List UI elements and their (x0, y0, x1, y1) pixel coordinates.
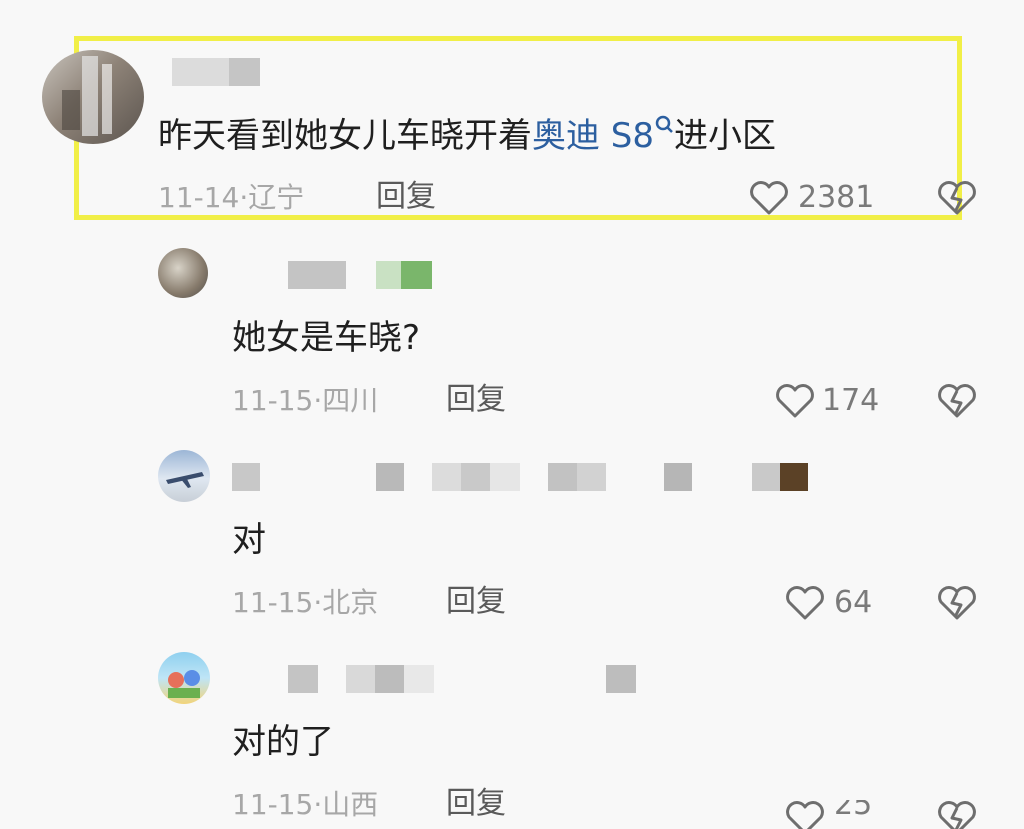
dislike-heart-icon[interactable] (936, 383, 978, 419)
comment-text: 对 (232, 520, 266, 560)
heart-icon (786, 801, 824, 829)
dislike-button-wrap[interactable] (936, 800, 978, 829)
like-button[interactable]: 25 (784, 800, 884, 829)
avatar[interactable] (42, 50, 144, 144)
username-redacted (232, 463, 260, 491)
dislike-heart-icon (938, 801, 976, 829)
avatar[interactable] (158, 652, 210, 704)
cartoon-image (168, 670, 200, 698)
username-redacted (288, 665, 318, 693)
airplane-image (166, 472, 204, 488)
avatar-waterfall-image (62, 56, 112, 136)
comment-location: 山西 (322, 788, 379, 821)
comment-location: 四川 (322, 384, 379, 417)
heart-icon (750, 181, 788, 215)
like-count: 25 (834, 800, 873, 822)
username-redacted-3 (432, 463, 520, 491)
comment-date: 11-15· (232, 384, 323, 417)
like-count: 174 (822, 383, 880, 418)
username-redacted-3 (606, 665, 636, 693)
username-redacted-5 (664, 463, 692, 491)
username-redacted (172, 58, 260, 86)
username-redacted-2 (346, 665, 434, 693)
avatar[interactable] (158, 450, 210, 502)
comment-location: 北京 (322, 586, 379, 619)
username-redacted-6 (752, 463, 808, 491)
dislike-heart-icon[interactable] (936, 585, 978, 621)
reply-button[interactable]: 回复 (446, 585, 506, 619)
comment-date: 11-14· (158, 181, 249, 214)
username-redacted-2 (376, 463, 404, 491)
search-link-label: 奥迪 S8 (532, 116, 655, 156)
reply-button[interactable]: 回复 (446, 383, 506, 417)
like-count: 2381 (798, 180, 875, 215)
comment-date: 11-15· (232, 586, 323, 619)
search-icon (655, 115, 673, 133)
search-link[interactable]: 奥迪 S8 (532, 115, 674, 156)
like-count: 64 (834, 585, 873, 620)
dislike-heart-icon[interactable] (936, 180, 978, 216)
comment-meta: 11-15·北京 (232, 586, 378, 620)
avatar[interactable] (158, 248, 208, 298)
heart-icon (786, 586, 824, 620)
username-redacted-2 (376, 261, 432, 289)
username-redacted (288, 261, 346, 289)
comment-text: 对的了 (232, 722, 334, 762)
heart-icon (776, 384, 814, 418)
comment-location: 辽宁 (248, 181, 305, 214)
comment-text-before: 昨天看到她女儿车晓开着 (158, 116, 532, 156)
comment-text: 昨天看到她女儿车晓开着奥迪 S8 进小区 (158, 115, 777, 156)
comment-text: 她女是车晓? (232, 318, 421, 358)
reply-button[interactable]: 回复 (446, 787, 506, 821)
comment-meta: 11-15·四川 (232, 384, 378, 418)
reply-button[interactable]: 回复 (376, 180, 436, 214)
username-redacted-4 (548, 463, 606, 491)
comment-text-after: 进小区 (674, 116, 777, 156)
comment-meta: 11-14·辽宁 (158, 181, 304, 215)
comment-date: 11-15· (232, 788, 323, 821)
comment-meta: 11-15·山西 (232, 788, 378, 822)
